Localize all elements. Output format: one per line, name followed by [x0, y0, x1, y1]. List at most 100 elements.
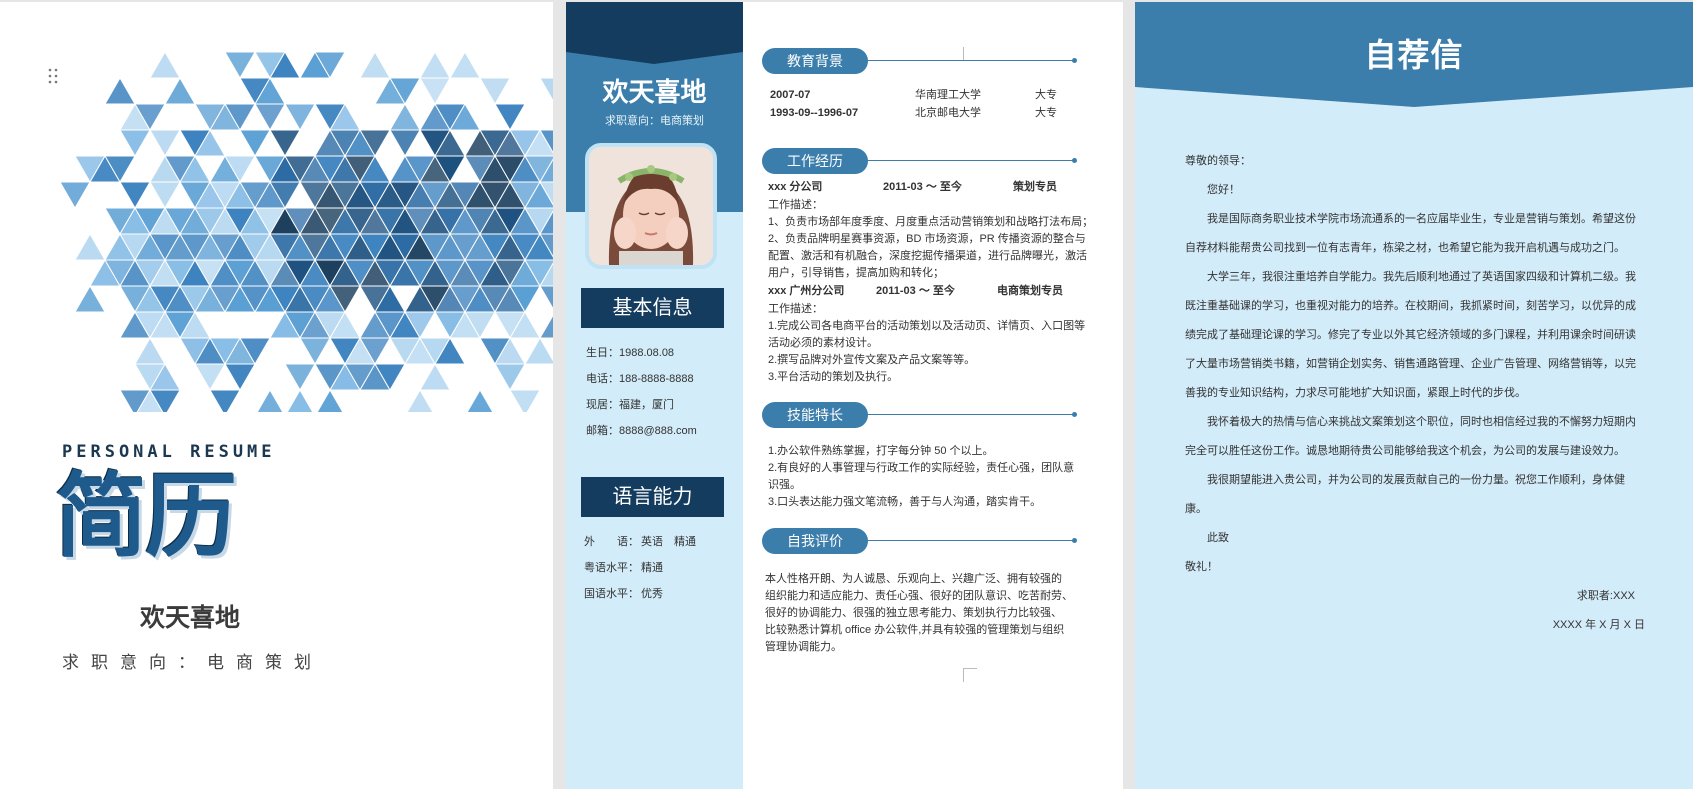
mosaic-triangle [209, 389, 241, 412]
cover-objective: 求职意向：电商策划 [62, 653, 323, 672]
mosaic-triangle [466, 388, 494, 412]
letter-paragraph: 我很期望能进入贵公司，并为公司的发展贡献自己的一份力量。祝您工作顺利，身体健康。 [1185, 474, 1625, 515]
job-position: 电商策划专员 [997, 285, 1063, 297]
section-divider [866, 60, 1074, 61]
mosaic-triangle [60, 181, 91, 210]
mosaic-triangle [254, 103, 286, 132]
education-degree: 大专 [1035, 107, 1057, 119]
birthday-text: 生日：1988.08.08 [586, 347, 675, 359]
language-value: 英语 精通 [641, 536, 696, 548]
resume-name: 欢天喜地 [602, 77, 707, 107]
mosaic-triangle [269, 129, 301, 158]
mosaic-triangle [239, 129, 271, 158]
cover-name: 欢天喜地 [139, 604, 240, 632]
mosaic-triangle [149, 181, 181, 210]
job-company: xxx 分公司 [768, 181, 823, 193]
mosaic-triangle [119, 129, 151, 158]
resume-sidebar: 欢天喜地 求职意向：电商策划 基本信息 生日：1988.08.08 电话：188… [566, 2, 743, 789]
section-dot-icon [1072, 58, 1077, 63]
mosaic-triangle [284, 103, 316, 132]
section-divider [866, 414, 1074, 415]
profile-photo [585, 143, 717, 269]
self-eval-line: 本人性格开朗、为人诚恳、乐观向上、兴趣广泛、拥有较强的 [765, 573, 1062, 585]
mosaic-triangle [224, 363, 256, 392]
letter-signature: 求职者:XXX [1576, 590, 1635, 602]
letter-paragraph: 我怀着极大的热情与信心来挑战文案策划这个职位，同时也相信经过我的不懈努力短期内完… [1185, 416, 1636, 457]
job-period: 2011-03 ～ 至今 [876, 285, 955, 297]
skills-heading: 技能特长 [762, 402, 868, 428]
education-period: 2007-07 [770, 89, 811, 101]
cover-page: PERSONAL RESUME 简历 欢天喜地 求职意向：电商策划 [0, 2, 553, 789]
skill-line: 识强。 [768, 479, 801, 491]
mosaic-triangle [104, 76, 136, 105]
cover-title-english: PERSONAL RESUME [62, 442, 276, 462]
mosaic-triangle [389, 129, 421, 158]
mosaic-triangle [494, 363, 526, 392]
language-label: 国语水平： [584, 588, 639, 600]
mosaic-triangle [284, 363, 316, 392]
cover-letter-page: 自荐信 尊敬的领导： 您好！ 我是国际商务职业技术学院市场流通系的一名应届毕业生… [1135, 2, 1693, 789]
letter-salutation: 尊敬的领导： [1185, 155, 1251, 167]
mosaic-triangle [449, 52, 481, 79]
job-desc-line: 用户，引导销售，提高加购和转化； [768, 267, 944, 279]
mosaic-triangle [316, 388, 344, 412]
mosaic-triangle [224, 52, 256, 80]
language-row: 外 语： 英语 精通 [584, 533, 696, 549]
language-heading: 语言能力 [581, 477, 724, 517]
mosaic-triangle [119, 181, 151, 210]
mosaic-triangle [299, 337, 331, 366]
letter-greeting: 您好！ [1207, 184, 1240, 196]
mosaic-triangle [194, 363, 226, 392]
crop-mark [963, 47, 977, 61]
mosaic-triangle [494, 103, 526, 132]
mosaic-triangle [539, 77, 553, 102]
language-value: 精通 [641, 562, 663, 574]
skill-line: 3.口头表达能力强文笔流畅，善于与人沟通，踏实肯干。 [768, 496, 1042, 508]
mosaic-triangle [134, 336, 166, 365]
job-period: 2011-03 ～ 至今 [883, 181, 962, 193]
mosaic-triangle [286, 388, 314, 412]
job-desc-line: 1、负责市场部年度季度、月度重点活动营销策划和战略打法布局； [768, 216, 1094, 228]
job-desc-line: 1.完成公司各电商平台的活动策划以及活动页、详情页、入口图等 [768, 320, 1086, 332]
education-degree: 大专 [1035, 89, 1057, 101]
mosaic-triangle [406, 388, 434, 412]
education-period: 1993-09--1996-07 [770, 107, 859, 119]
job-desc-label: 工作描述： [768, 303, 823, 315]
language-row: 粤语水平： 精通 [584, 559, 663, 575]
email-text: 邮箱：8888@888.com [586, 425, 697, 437]
mosaic-triangle [419, 52, 451, 79]
language-value: 优秀 [641, 588, 663, 600]
self-eval-line: 比较熟悉计算机 office 办公软件,并具有较强的管理策划与组织 [765, 624, 1065, 636]
mosaic-triangle [419, 77, 451, 106]
profile-photo-illustration [589, 147, 713, 265]
section-divider [866, 540, 1074, 541]
phone-text: 电话：188-8888-8888 [586, 373, 694, 385]
mosaic-triangle [479, 77, 511, 106]
education-heading: 教育背景 [762, 48, 868, 74]
cover-title-chinese: 简历 [55, 462, 237, 570]
job-desc-line: 2.撰写品牌对外宣传文案及产品文案等等。 [768, 354, 976, 366]
mosaic-triangle [149, 129, 181, 158]
mosaic-triangle [74, 284, 106, 313]
mosaic-triangle [149, 52, 181, 79]
letter-title: 自荐信 [1364, 37, 1464, 73]
section-dot-icon [1072, 538, 1077, 543]
mosaic-triangle [359, 52, 391, 79]
mosaic-triangle [164, 76, 196, 105]
mosaic-triangle [524, 336, 553, 365]
letter-closing: 此致 [1207, 532, 1229, 544]
drag-handle-icon[interactable] [48, 68, 58, 84]
resume-objective: 求职意向：电商策划 [605, 115, 704, 127]
section-dot-icon [1072, 412, 1077, 417]
letter-paragraph: 我是国际商务职业技术学院市场流通系的一名应届毕业生，专业是营销与策划。希望这份自… [1185, 213, 1636, 254]
skill-line: 1.办公软件熟练掌握，打字每分钟 50 个以上。 [768, 445, 994, 457]
mosaic-triangle [509, 389, 541, 412]
job-desc-line: 2、负责品牌明星赛事资源，BD 市场资源，PR 传播资源的整合与 [768, 233, 1086, 245]
mosaic-triangle [539, 314, 553, 339]
job-desc-line: 3.平台活动的策划及执行。 [768, 371, 899, 383]
work-heading: 工作经历 [762, 148, 868, 174]
basic-info-heading: 基本信息 [581, 288, 724, 328]
education-school: 华南理工大学 [915, 89, 981, 101]
self-eval-line: 管理协调能力。 [765, 641, 842, 653]
skill-line: 2.有良好的人事管理与行政工作的实际经验，责任心强，团队意 [768, 462, 1075, 474]
